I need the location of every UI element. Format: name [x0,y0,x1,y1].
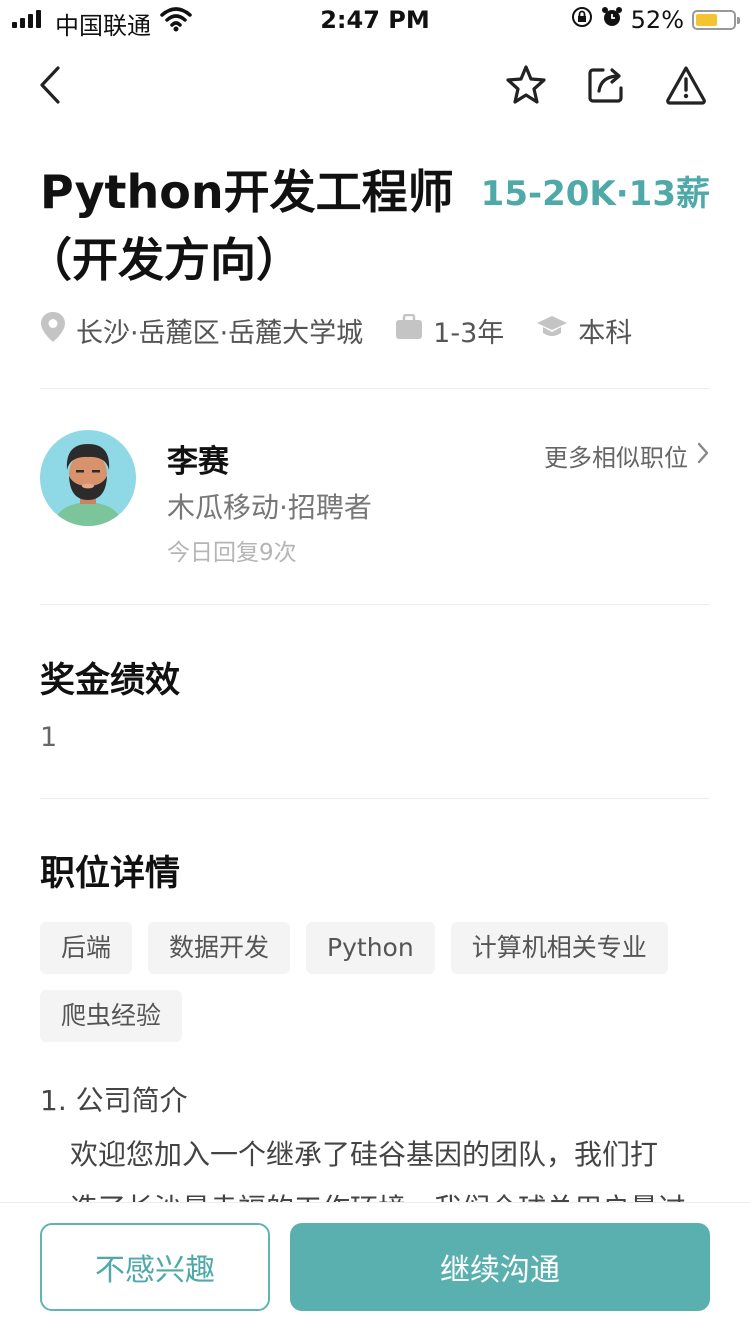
star-icon[interactable] [501,60,551,110]
skill-tag: 计算机相关专业 [450,922,668,974]
recruiter-avatar[interactable] [40,430,136,526]
alarm-icon [601,6,623,34]
divider [40,798,710,799]
education: 本科 [536,311,632,350]
top-nav [0,50,750,120]
skill-tag: 数据开发 [148,922,291,974]
experience: 1-3年 [395,311,504,350]
job-title: Python开发工程师 （开发方向） [26,158,460,294]
bottom-action-bar: 不感兴趣 继续沟通 [0,1202,750,1335]
salary: 15-20K·13薪 [480,174,710,214]
education-text: 本科 [578,317,633,349]
more-similar-jobs-label: 更多相似职位 [544,444,688,472]
job-details-heading: 职位详情 [40,854,181,894]
job-title-line1: Python开发工程师 [40,165,454,219]
not-interested-button[interactable]: 不感兴趣 [40,1223,270,1311]
divider [40,388,710,389]
description-heading: 1. 公司简介 [40,1084,188,1117]
report-icon[interactable] [661,60,711,110]
recruiter-name: 李赛 [167,444,229,480]
job-title-line2: （开发方向） [26,233,302,287]
graduation-cap-icon [536,314,568,347]
chevron-right-icon [696,441,710,471]
skill-tag: Python [306,922,435,974]
recruiter-reply-stat: 今日回复9次 [167,540,297,566]
location-text: 长沙·岳麓区·岳麓大学城 [76,317,364,349]
bonus-value: 1 [40,722,58,753]
status-bar: 中国联通 2:47 PM 52% [0,0,750,40]
location: 长沙·岳麓区·岳麓大学城 [40,311,363,350]
divider [40,604,710,605]
location-pin-icon [40,311,66,350]
battery-percent: 52% [630,6,684,34]
skill-tag: 后端 [40,922,133,974]
battery-icon [692,10,740,30]
description-line: 欢迎您加入一个继承了硅谷基因的团队，我们打 [70,1138,659,1171]
experience-text: 1-3年 [433,317,505,349]
back-icon[interactable] [26,60,76,110]
orientation-lock-icon [571,6,593,34]
job-meta: 长沙·岳麓区·岳麓大学城 1-3年 本科 [40,308,664,352]
skill-tags: 后端 数据开发 Python 计算机相关专业 爬虫经验 [40,922,720,1042]
share-icon[interactable] [581,60,631,110]
bonus-heading: 奖金绩效 [40,661,181,701]
briefcase-icon [395,313,423,347]
continue-chat-button[interactable]: 继续沟通 [290,1223,710,1311]
skill-tag: 爬虫经验 [40,990,183,1042]
recruiter-company: 木瓜移动·招聘者 [167,491,372,524]
more-similar-jobs-link[interactable]: 更多相似职位 [544,438,710,473]
